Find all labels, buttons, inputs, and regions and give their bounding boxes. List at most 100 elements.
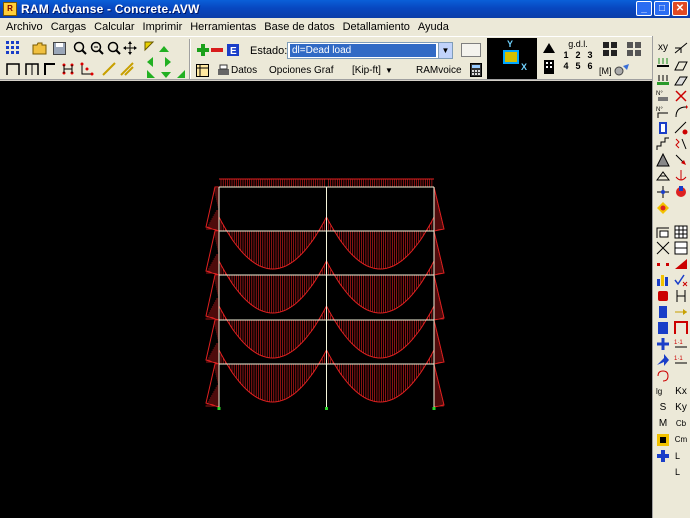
diagonal-member-icon[interactable] — [101, 61, 117, 77]
check-x-icon[interactable] — [673, 272, 689, 288]
shape-red-icon[interactable] — [655, 288, 671, 304]
open-folder-icon[interactable] — [31, 40, 47, 56]
grid-icon[interactable] — [5, 40, 21, 56]
wall-icon[interactable] — [673, 240, 689, 256]
opciones-graf-button[interactable]: Opciones Graf — [266, 63, 336, 79]
close-button[interactable]: ✕ — [672, 1, 688, 16]
menu-detallamiento[interactable]: Detallamiento — [339, 18, 414, 36]
lg-label-icon[interactable]: lg — [655, 384, 671, 400]
beam-load-icon[interactable] — [655, 56, 671, 72]
node-grid-icon[interactable] — [60, 61, 76, 77]
matrix-button[interactable]: [M] — [596, 63, 615, 79]
blue-plus-icon[interactable] — [655, 448, 671, 464]
member-label-icon[interactable]: N° — [655, 104, 671, 120]
red-frame-icon[interactable] — [673, 320, 689, 336]
bar-chart-icon[interactable] — [655, 272, 671, 288]
support-icon[interactable] — [79, 61, 95, 77]
color-diamond-icon[interactable] — [655, 200, 671, 216]
zoom-in-icon[interactable] — [72, 40, 88, 56]
cb-button[interactable]: Cb — [673, 416, 689, 432]
xy-button[interactable]: xy — [655, 40, 671, 56]
units-chevron-icon[interactable]: ▼ — [382, 63, 396, 79]
grid-link-icon[interactable] — [655, 184, 671, 200]
red-triangle-icon[interactable] — [673, 256, 689, 272]
view-orientation-box[interactable]: Y X — [487, 38, 537, 79]
tools-icon[interactable] — [614, 62, 630, 78]
kx-button[interactable]: Kx — [673, 384, 689, 400]
ramvoice-button[interactable]: RAMvoice — [413, 63, 465, 79]
zoom-out-icon[interactable] — [106, 40, 122, 56]
gdl-4[interactable]: 4 — [563, 61, 568, 71]
gdl-2[interactable]: 2 — [575, 50, 580, 60]
length-b-icon[interactable]: L — [673, 464, 689, 480]
stairs-icon[interactable] — [655, 136, 671, 152]
up-triangle-icon[interactable] — [541, 40, 557, 56]
blue-join-icon[interactable] — [655, 336, 671, 352]
cm-button[interactable]: Cm — [673, 432, 689, 448]
frame-icon[interactable] — [5, 61, 21, 77]
gdl-3[interactable]: 3 — [587, 50, 592, 60]
pan-icon[interactable] — [122, 40, 138, 56]
section-icon[interactable] — [655, 120, 671, 136]
menu-imprimir[interactable]: Imprimir — [139, 18, 187, 36]
s-button[interactable]: S — [655, 400, 671, 416]
member-number-icon[interactable]: 1·1 — [673, 352, 689, 368]
frame-3d-icon[interactable] — [673, 56, 689, 72]
length-icon[interactable]: L — [673, 448, 689, 464]
plate-load-icon[interactable] — [673, 72, 689, 88]
menu-cargas[interactable]: Cargas — [47, 18, 90, 36]
estado-dropdown[interactable]: dl=Dead load ▼ — [287, 42, 453, 59]
units-dropdown[interactable]: [Kip-ft] — [349, 63, 384, 79]
maximize-button[interactable]: □ — [654, 1, 670, 16]
model-canvas[interactable] — [0, 81, 652, 518]
color-swatch[interactable] — [461, 43, 481, 57]
matrix-grid-icon[interactable] — [673, 224, 689, 240]
rotate-icon[interactable] — [673, 184, 689, 200]
table-icon[interactable] — [194, 62, 210, 78]
calculator-icon[interactable] — [468, 62, 484, 78]
datos-button[interactable]: Datos — [228, 63, 260, 79]
column-icon[interactable] — [42, 61, 58, 77]
save-icon[interactable] — [51, 40, 67, 56]
node-number-icon[interactable]: 1·1 — [673, 336, 689, 352]
brace-icon[interactable] — [119, 61, 135, 77]
m-button[interactable]: M — [655, 416, 671, 432]
yellow-arrow-icon[interactable] — [673, 304, 689, 320]
beam-table-icon[interactable] — [655, 224, 671, 240]
minimize-button[interactable]: _ — [636, 1, 652, 16]
dot-row-icon[interactable] — [655, 256, 671, 272]
menu-calcular[interactable]: Calcular — [90, 18, 138, 36]
node-label-icon[interactable]: N° — [655, 88, 671, 104]
windows-tile-icon[interactable] — [626, 41, 642, 57]
remove-icon[interactable] — [209, 42, 225, 58]
zoom-window-icon[interactable] — [89, 40, 105, 56]
x-brace-icon[interactable] — [655, 240, 671, 256]
yellow-block-icon[interactable] — [655, 432, 671, 448]
gdl-panel[interactable]: g.d.l. 1 2 3 4 5 6 — [560, 39, 596, 79]
blue-tile-icon[interactable] — [655, 320, 671, 336]
moment-arrow-icon[interactable] — [673, 104, 689, 120]
diagram-icon[interactable] — [673, 40, 689, 56]
menu-archivo[interactable]: Archivo — [2, 18, 47, 36]
blue-block-icon[interactable] — [655, 304, 671, 320]
truss-icon[interactable] — [655, 168, 671, 184]
column-section-icon[interactable] — [673, 288, 689, 304]
chevron-down-icon[interactable]: ▼ — [438, 43, 452, 58]
edit-e-icon[interactable]: E — [225, 42, 241, 58]
anchor-icon[interactable] — [673, 168, 689, 184]
gdl-1[interactable]: 1 — [563, 50, 568, 60]
cross-icon[interactable] — [673, 88, 689, 104]
load-arrow-icon[interactable] — [673, 152, 689, 168]
building-icon[interactable] — [541, 59, 557, 75]
menu-herramientas[interactable]: Herramientas — [186, 18, 260, 36]
release-icon[interactable] — [673, 120, 689, 136]
link-icon[interactable] — [655, 368, 671, 384]
ky-button[interactable]: Ky — [673, 400, 689, 416]
distributed-load-icon[interactable] — [655, 72, 671, 88]
menu-base-de-datos[interactable]: Base de datos — [260, 18, 338, 36]
gdl-5[interactable]: 5 — [575, 61, 580, 71]
frame-alt-icon[interactable] — [24, 61, 40, 77]
arrow-down-right-icon[interactable] — [172, 65, 188, 81]
blue-arrow-icon[interactable] — [655, 352, 671, 368]
spring-icon[interactable] — [673, 136, 689, 152]
